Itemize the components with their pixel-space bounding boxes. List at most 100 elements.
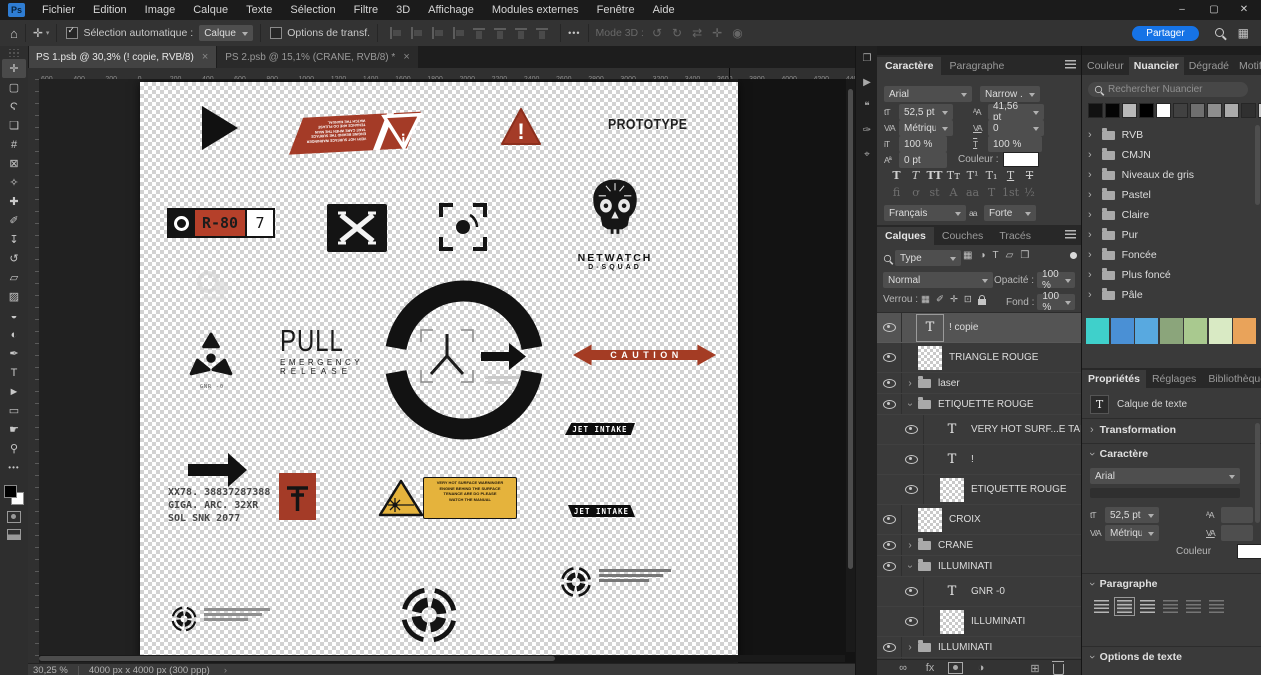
menu-item[interactable]: Image xyxy=(136,0,185,20)
tracking-select[interactable]: 0 xyxy=(988,120,1044,136)
fractions-icon[interactable]: ½ xyxy=(1020,186,1039,199)
vertical-scale-field[interactable]: 100 % xyxy=(899,136,947,152)
layer-thumbnail[interactable] xyxy=(918,643,931,652)
swatch[interactable] xyxy=(1241,103,1256,118)
panel-tab[interactable]: Tracés xyxy=(991,227,1039,245)
panel-tab[interactable]: Bibliothèques xyxy=(1202,370,1261,388)
group-chevron-icon[interactable]: › xyxy=(904,378,916,389)
group-chevron-icon[interactable]: › xyxy=(1088,269,1092,281)
panel-tab[interactable]: Couleur xyxy=(1082,57,1129,75)
group-chevron-icon[interactable]: › xyxy=(905,560,916,572)
blend-mode-select[interactable]: Normal xyxy=(883,272,993,288)
visibility-toggle[interactable] xyxy=(877,343,902,372)
layer-name[interactable]: ETIQUETTE ROUGE xyxy=(971,484,1067,495)
auto-select-checkbox[interactable] xyxy=(66,27,78,39)
layer-thumbnail[interactable] xyxy=(918,346,942,370)
swatch[interactable] xyxy=(1190,103,1205,118)
justify-last-right-icon[interactable] xyxy=(1209,600,1224,613)
align-top-edges-icon[interactable] xyxy=(473,27,486,39)
layer-thumbnail[interactable] xyxy=(918,562,931,571)
group-chevron-icon[interactable]: › xyxy=(1088,169,1092,181)
layer-row[interactable]: › VERY HOT SURF...E TAKE CARE xyxy=(877,415,1081,445)
swatch[interactable] xyxy=(1139,103,1154,118)
menu-item[interactable]: Texte xyxy=(237,0,281,20)
adjustment-layer-icon[interactable]: ◑ xyxy=(972,662,990,674)
move-tool[interactable]: ✛ xyxy=(2,59,26,78)
group-chevron-icon[interactable]: › xyxy=(1088,149,1092,161)
anti-alias-select[interactable]: Forte xyxy=(984,205,1036,221)
menu-item[interactable]: Calque xyxy=(184,0,237,20)
gradient-tool[interactable]: ▨ xyxy=(2,287,26,306)
pen-tool[interactable]: ✒ xyxy=(2,344,26,363)
group-chevron-icon[interactable]: › xyxy=(1088,189,1092,201)
horizontal-scale-field[interactable]: 100 % xyxy=(988,136,1042,152)
swatch[interactable] xyxy=(1105,103,1120,118)
visibility-toggle[interactable] xyxy=(877,313,902,342)
swatch-group-row[interactable]: › RVB xyxy=(1082,125,1261,145)
layer-thumbnail[interactable] xyxy=(918,400,931,409)
section-transform[interactable]: Transformation xyxy=(1100,424,1176,436)
swatch-group-row[interactable]: › Niveaux de gris xyxy=(1082,165,1261,185)
font-family-select[interactable]: Arial xyxy=(884,86,972,102)
titling-alternates-icon[interactable]: A xyxy=(944,186,963,199)
transform-controls-checkbox[interactable] xyxy=(270,27,282,39)
swash-icon[interactable]: ơ xyxy=(906,186,925,199)
kerning-select[interactable]: Métrique xyxy=(1105,525,1159,541)
panel-tab[interactable]: Réglages xyxy=(1146,370,1202,388)
layer-thumbnail[interactable] xyxy=(918,508,942,532)
panel-tab[interactable]: Nuancier xyxy=(1129,57,1184,75)
hand-tool[interactable]: ☛ xyxy=(2,420,26,439)
subscript-icon[interactable]: T₁ xyxy=(982,169,1001,182)
menu-item[interactable]: 3D xyxy=(387,0,419,20)
leading-select[interactable]: 41,56 pt xyxy=(988,104,1044,120)
vertical-scrollbar[interactable] xyxy=(846,79,855,652)
search-icon[interactable] xyxy=(1215,28,1224,37)
shape-tool[interactable]: ▭ xyxy=(2,401,26,420)
swatch-group-row[interactable]: › CMJN xyxy=(1082,145,1261,165)
leading-field[interactable] xyxy=(1221,507,1253,523)
panel-tab[interactable]: Propriétés xyxy=(1082,370,1146,388)
actions-icon[interactable]: ▶ xyxy=(856,70,878,94)
visibility-toggle[interactable] xyxy=(899,475,924,504)
document-tab[interactable]: PS 1.psb @ 30,3% (! copie, RVB/8) × xyxy=(28,46,216,68)
visibility-toggle[interactable] xyxy=(899,445,924,474)
clone-source-icon[interactable]: ⌖ xyxy=(856,142,878,166)
layer-row[interactable]: › CROIX xyxy=(877,505,1081,535)
lock-artboard-icon[interactable]: ⊡ xyxy=(964,294,972,305)
layer-row[interactable]: › ETIQUETTE ROUGE xyxy=(877,475,1081,505)
filter-type-icon[interactable]: T xyxy=(993,250,999,261)
menu-item[interactable]: Modules externes xyxy=(483,0,588,20)
menu-item[interactable]: Filtre xyxy=(345,0,387,20)
section-character[interactable]: Caractère xyxy=(1100,448,1148,460)
screen-mode-icon[interactable] xyxy=(7,529,21,540)
section-paragraph[interactable]: Paragraphe xyxy=(1100,578,1158,590)
menu-item[interactable]: Fichier xyxy=(33,0,84,20)
baseline-shift-field[interactable]: 0 pt xyxy=(899,152,947,168)
group-chevron-icon[interactable]: › xyxy=(1088,249,1092,261)
underline-icon[interactable]: T xyxy=(1001,169,1020,182)
font-style-select[interactable]: Narrow ... xyxy=(980,86,1040,102)
filter-toggle-icon[interactable] xyxy=(1070,252,1077,259)
swatch-search-input[interactable]: Rechercher Nuancier xyxy=(1088,82,1248,97)
status-chevron-icon[interactable]: › xyxy=(224,665,227,675)
history-brush-tool[interactable]: ↺ xyxy=(2,249,26,268)
eraser-tool[interactable]: ▱ xyxy=(2,268,26,287)
swatch-group-row[interactable]: › Pastel xyxy=(1082,185,1261,205)
justify-last-left-icon[interactable] xyxy=(1163,600,1178,613)
language-select[interactable]: Français xyxy=(884,205,966,221)
crop-tool[interactable]: # xyxy=(2,135,26,154)
panel-tab[interactable]: Calques xyxy=(877,227,934,245)
color-swatches-widget[interactable] xyxy=(4,485,24,505)
align-right-icon[interactable] xyxy=(1140,600,1155,613)
layer-thumbnail[interactable] xyxy=(918,541,931,550)
swatch-group-row[interactable]: › Pâle xyxy=(1082,285,1261,305)
group-chevron-icon[interactable]: › xyxy=(1088,289,1092,301)
layer-row[interactable]: › ILLUMINATI xyxy=(877,637,1081,658)
align-bottom-edges-icon[interactable] xyxy=(515,27,528,39)
filter-shape-icon[interactable]: ▱ xyxy=(1006,250,1014,261)
slide-3d-icon[interactable]: ✛ xyxy=(712,26,722,40)
layer-row[interactable]: › ILLUMINATI xyxy=(877,556,1081,577)
contextual-alternates-icon[interactable]: aa xyxy=(963,186,982,199)
align-left-icon[interactable] xyxy=(1094,600,1109,613)
distribute-horizontal-icon[interactable] xyxy=(452,27,465,39)
